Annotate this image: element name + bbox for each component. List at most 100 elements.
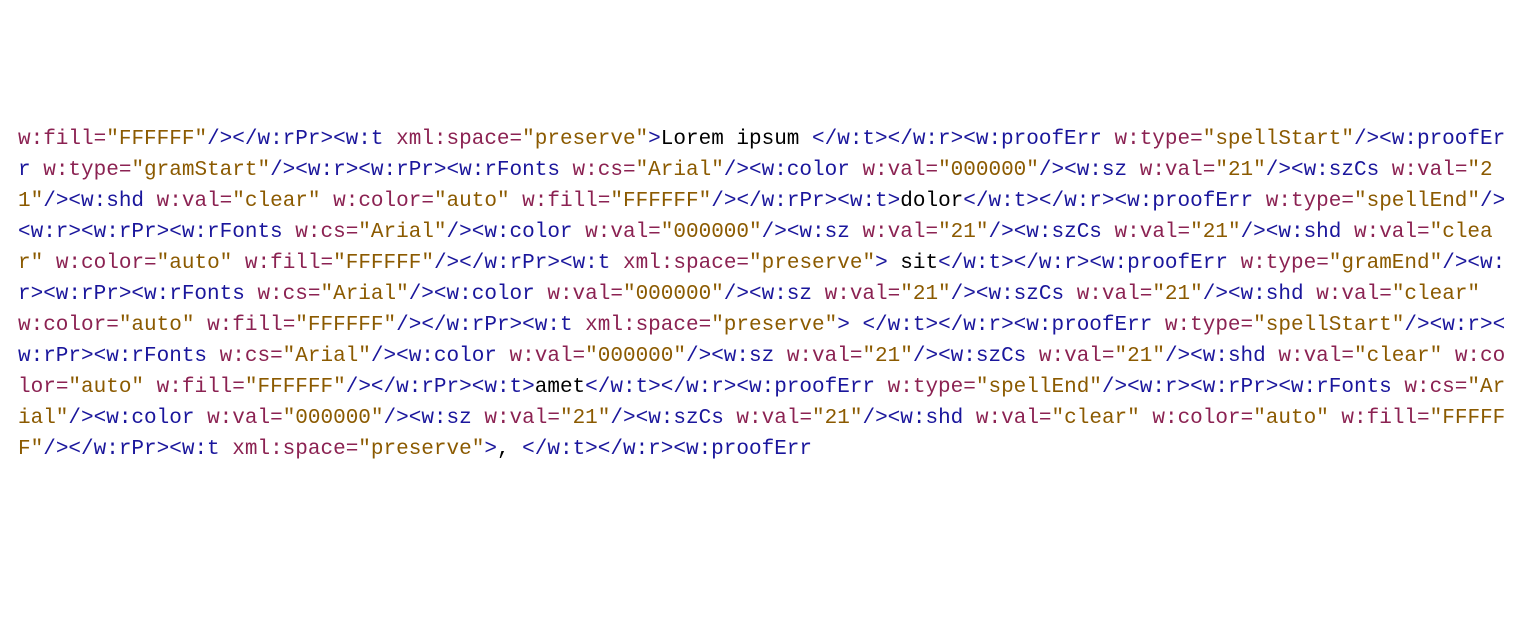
token-attrval: "clear" [1392, 283, 1480, 306]
token-txt [144, 376, 157, 399]
token-txt: sit [888, 252, 938, 275]
token-punct: = [106, 314, 119, 337]
token-txt [144, 190, 157, 213]
token-attrval: "clear" [232, 190, 320, 213]
token-punct: = [144, 252, 157, 275]
token-attrval: "21" [1152, 283, 1202, 306]
token-attrname: w:val [510, 345, 573, 368]
token-punct: = [321, 252, 334, 275]
token-txt [1140, 407, 1153, 430]
token-punct: = [94, 128, 107, 151]
token-punct: = [925, 159, 938, 182]
token-txt [510, 190, 523, 213]
token-attrname: w:val [736, 407, 799, 430]
token-punct: = [510, 128, 523, 151]
token-attrval: "21" [900, 283, 950, 306]
token-attrval: "auto" [434, 190, 510, 213]
token-txt [245, 283, 258, 306]
token-tag: /></w:rPr><w:t [434, 252, 610, 275]
token-txt [220, 438, 233, 461]
token-attrval: "auto" [68, 376, 144, 399]
token-txt [560, 159, 573, 182]
token-attrval: "000000" [585, 345, 686, 368]
token-attrname: w:type [1241, 252, 1317, 275]
token-attrval: "21" [1215, 159, 1265, 182]
token-txt [472, 407, 485, 430]
token-tag: /></w:rPr><w:t [207, 128, 383, 151]
token-tag: /><w:color [409, 283, 535, 306]
token-attrname: w:val [1354, 221, 1417, 244]
token-punct: = [308, 283, 321, 306]
token-attrname: xml:space [396, 128, 509, 151]
token-tag: /><w:szCs [951, 283, 1064, 306]
token-txt [1480, 283, 1493, 306]
token-txt [573, 314, 586, 337]
token-tag: /><w:szCs [988, 221, 1101, 244]
token-txt [1228, 252, 1241, 275]
token-txt [1253, 190, 1266, 213]
token-attrval: "000000" [938, 159, 1039, 182]
token-tag: </w:t></w:r><w:proofErr [963, 190, 1253, 213]
token-tag: /><w:szCs [913, 345, 1026, 368]
token-attrname: w:cs [295, 221, 345, 244]
token-attrval: "auto" [119, 314, 195, 337]
token-tag: > [837, 314, 850, 337]
token-tag: /><w:r><w:rPr><w:rFonts [1102, 376, 1392, 399]
token-tag: /><w:sz [762, 221, 850, 244]
token-attrval: "preserve" [522, 128, 648, 151]
token-txt [232, 252, 245, 275]
token-punct: = [1341, 345, 1354, 368]
token-punct: = [699, 314, 712, 337]
token-attrval: "FFFFFF" [295, 314, 396, 337]
token-punct: = [232, 376, 245, 399]
token-punct: = [1316, 252, 1329, 275]
token-tag: /><w:color [447, 221, 573, 244]
token-attrname: w:cs [257, 283, 307, 306]
token-punct: = [421, 190, 434, 213]
token-punct: = [1203, 159, 1216, 182]
token-tag: /><w:szCs [1266, 159, 1379, 182]
token-attrname: w:type [1114, 128, 1190, 151]
token-punct: = [1417, 407, 1430, 430]
token-attrname: w:type [1165, 314, 1241, 337]
token-txt [283, 221, 296, 244]
token-txt [535, 283, 548, 306]
token-tag: /><w:shd [1165, 345, 1266, 368]
token-attrval: "Arial" [636, 159, 724, 182]
token-attrval: "auto" [1253, 407, 1329, 430]
token-attrval: "spellStart" [1253, 314, 1404, 337]
token-txt [1102, 128, 1115, 151]
token-punct: = [346, 438, 359, 461]
token-tag: </w:t></w:r><w:proofErr [585, 376, 875, 399]
token-attrval: "gramStart" [131, 159, 270, 182]
token-tag: /><w:shd [1241, 221, 1342, 244]
token-tag: /></w:rPr><w:t> [711, 190, 900, 213]
token-attrval: "21" [1190, 221, 1240, 244]
token-punct: = [850, 345, 863, 368]
token-punct: = [623, 159, 636, 182]
token-tag: /></w:rPr><w:t [396, 314, 572, 337]
token-attrname: w:cs [220, 345, 270, 368]
token-attrval: "Arial" [358, 221, 446, 244]
token-attrval: "preserve" [749, 252, 875, 275]
token-punct: = [1417, 221, 1430, 244]
token-attrname: w:type [43, 159, 119, 182]
token-attrname: w:fill [1341, 407, 1417, 430]
token-attrname: w:cs [1404, 376, 1454, 399]
token-txt [321, 190, 334, 213]
token-txt [1026, 345, 1039, 368]
token-attrname: w:type [1266, 190, 1342, 213]
token-txt [1379, 159, 1392, 182]
token-punct: = [648, 221, 661, 244]
token-punct: = [547, 407, 560, 430]
token-punct: = [1241, 407, 1254, 430]
xml-source-view: w:fill="FFFFFF"/></w:rPr><w:t xml:space=… [0, 124, 1530, 465]
token-punct: = [1341, 190, 1354, 213]
token-txt [812, 438, 825, 461]
token-txt [1442, 345, 1455, 368]
token-tag: /><w:sz [384, 407, 472, 430]
token-attrname: w:val [862, 159, 925, 182]
token-tag: > [648, 128, 661, 151]
token-attrname: xml:space [232, 438, 345, 461]
token-punct: = [1140, 283, 1153, 306]
